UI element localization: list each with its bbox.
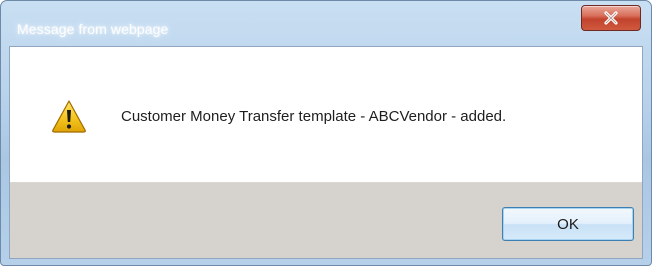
message-text: Customer Money Transfer template - ABCVe…	[121, 108, 507, 125]
ok-button[interactable]: OK	[502, 207, 634, 241]
title-bar[interactable]: Message from webpage	[1, 1, 651, 37]
close-icon	[604, 11, 618, 25]
dialog-title: Message from webpage	[17, 21, 169, 37]
warning-icon	[52, 100, 86, 133]
close-button[interactable]	[581, 5, 641, 31]
message-dialog: Message from webpage Customer Money Tran…	[0, 0, 652, 266]
button-bar: OK	[10, 182, 642, 258]
dialog-body: Customer Money Transfer template - ABCVe…	[9, 46, 643, 259]
message-area: Customer Money Transfer template - ABCVe…	[10, 47, 642, 182]
